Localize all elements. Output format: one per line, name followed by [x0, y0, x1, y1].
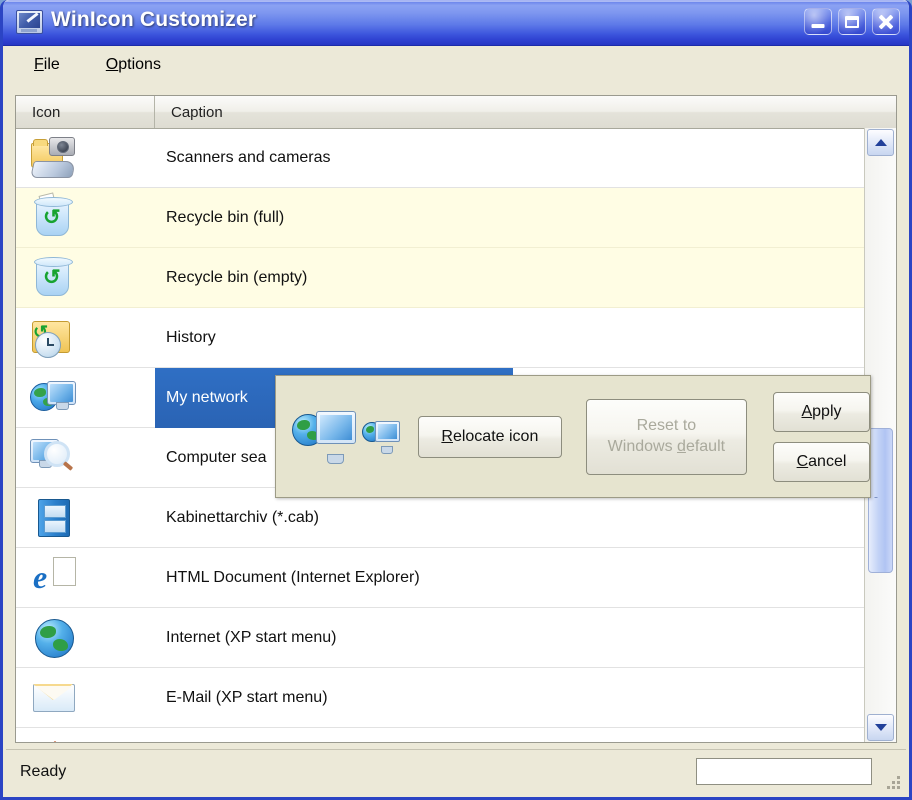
table-row[interactable]: ↺ Recycle bin (full) — [16, 188, 878, 248]
minimize-button[interactable] — [804, 8, 832, 35]
row-icon-cell — [16, 615, 155, 661]
table-row[interactable]: Internet (XP start menu) — [16, 608, 878, 668]
row-icon-cell — [16, 735, 155, 742]
popup-right-buttons: Apply Cancel — [773, 391, 870, 482]
apply-label: pply — [812, 402, 842, 420]
cancel-label: ancel — [808, 452, 847, 470]
html-document-icon: e — [30, 555, 78, 601]
monitor-pencil-icon — [16, 10, 43, 34]
scroll-down-arrow[interactable] — [867, 714, 894, 741]
reset-line1: Reset to — [636, 417, 697, 435]
menu-item-file[interactable]: File — [29, 53, 65, 77]
table-row[interactable]: ↺ Recycle bin (empty) — [16, 248, 878, 308]
resize-grip-icon[interactable] — [886, 775, 900, 789]
row-caption: Kabinettarchiv (*.cab) — [166, 508, 319, 526]
row-caption: Computer sea — [166, 448, 267, 466]
table-row[interactable]: E-Mail (XP start menu) — [16, 668, 878, 728]
reset-line2-post: efault — [685, 437, 726, 455]
cancel-accel: C — [796, 452, 809, 470]
row-icon-cell — [16, 135, 155, 181]
row-icon-cell: ↺ — [16, 255, 155, 301]
computer-search-icon — [30, 435, 78, 481]
icon-action-popup: Relocate icon Reset to Windows default A… — [275, 375, 871, 498]
scanners-cameras-icon — [30, 135, 78, 181]
row-caption: Recycle bin (empty) — [166, 268, 308, 286]
row-caption: History — [166, 328, 216, 346]
row-icon-cell — [16, 675, 155, 721]
recycle-bin-full-icon: ↺ — [30, 191, 78, 241]
window-title: WinIcon Customizer — [51, 8, 257, 31]
my-network-small-icon — [362, 419, 400, 455]
window-controls — [804, 8, 900, 35]
row-caption: Recycle bin (full) — [166, 208, 285, 226]
status-panel[interactable] — [696, 758, 872, 785]
table-row[interactable]: e HTML Document (Internet Explorer) — [16, 548, 878, 608]
my-network-icon — [30, 375, 78, 421]
history-icon: ↺ — [30, 315, 78, 361]
email-envelope-icon — [30, 675, 78, 721]
close-button[interactable] — [872, 8, 900, 35]
status-bar: Ready — [6, 749, 906, 794]
cab-archive-icon — [30, 495, 78, 541]
title-bar: WinIcon Customizer — [3, 0, 909, 46]
list-header: Icon Caption — [16, 96, 896, 129]
scroll-up-arrow[interactable] — [867, 129, 894, 156]
reset-to-windows-default-button[interactable]: Reset to Windows default — [585, 398, 747, 475]
menu-bar: File Options — [3, 46, 909, 85]
home-roof-icon — [30, 735, 78, 742]
reset-accel: d — [677, 437, 686, 455]
row-icon-cell: ↺ — [16, 191, 155, 241]
app-window: WinIcon Customizer File Options Icon Cap… — [0, 0, 912, 800]
row-icon-cell: e — [16, 555, 155, 601]
column-header-caption[interactable]: Caption — [155, 96, 896, 128]
apply-accel: A — [801, 402, 813, 420]
row-caption: E-Mail (XP start menu) — [166, 688, 328, 706]
table-row[interactable]: Scanners and cameras — [16, 128, 878, 188]
maximize-button[interactable] — [838, 8, 866, 35]
row-icon-cell — [16, 495, 155, 541]
scroll-thumb[interactable] — [868, 428, 893, 573]
row-icon-cell — [16, 375, 155, 421]
menu-item-options[interactable]: Options — [101, 53, 166, 77]
column-header-icon[interactable]: Icon — [16, 96, 155, 128]
reset-line2-pre: Windows — [607, 437, 678, 455]
relocate-icon-button[interactable]: Relocate icon — [418, 415, 562, 458]
table-row[interactable]: ↺ History — [16, 308, 878, 368]
row-caption: Scanners and cameras — [166, 148, 331, 166]
row-caption: Internet (XP start menu) — [166, 628, 337, 646]
table-row[interactable] — [16, 728, 878, 742]
row-caption: My network — [166, 388, 248, 406]
recycle-bin-empty-icon: ↺ — [30, 255, 78, 301]
relocate-label: elocate icon — [452, 427, 539, 445]
apply-button[interactable]: Apply — [773, 391, 870, 432]
row-caption: HTML Document (Internet Explorer) — [166, 568, 420, 586]
row-icon-cell: ↺ — [16, 315, 155, 361]
row-icon-cell — [16, 435, 155, 481]
status-text: Ready — [20, 763, 67, 780]
relocate-accel: R — [441, 427, 453, 445]
my-network-large-icon — [292, 408, 356, 466]
internet-globe-icon — [30, 615, 78, 661]
cancel-button[interactable]: Cancel — [773, 441, 870, 482]
